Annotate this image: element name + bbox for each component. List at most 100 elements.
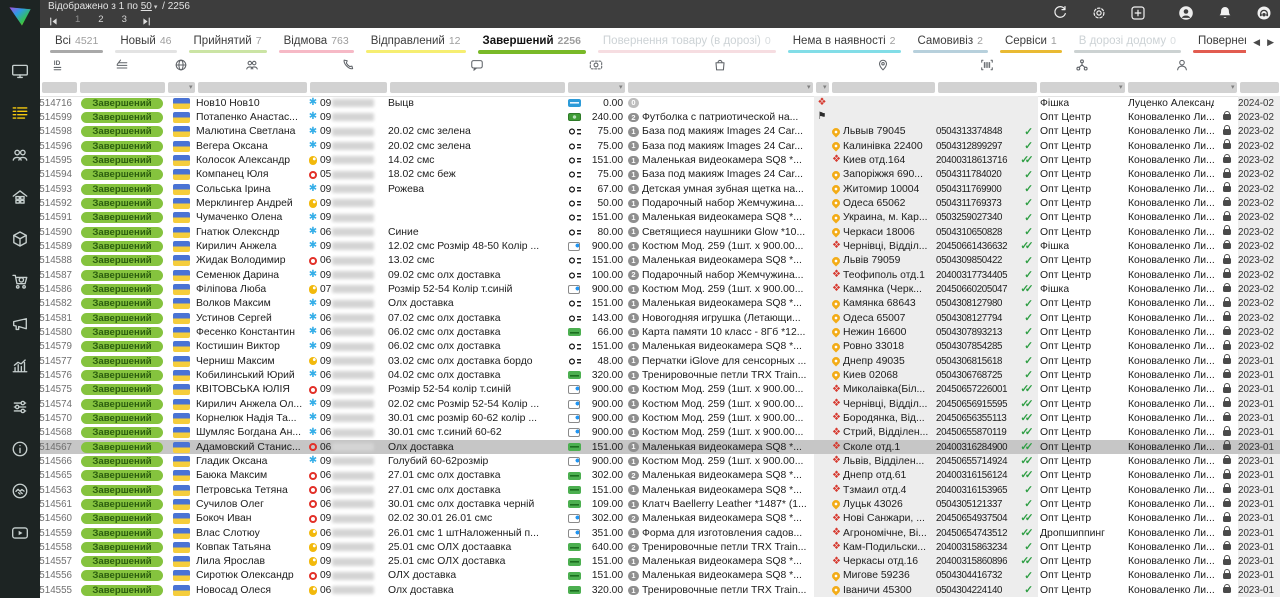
table-row[interactable]: 514592ЗавершенийМерклингер Андрей0950.00… — [40, 196, 1280, 210]
page-button-1[interactable]: 1 — [75, 14, 80, 25]
add-icon[interactable] — [1130, 5, 1146, 21]
table-row[interactable]: 514599ЗавершенийПотапенко Анастас...✱092… — [40, 110, 1280, 124]
filter-client[interactable] — [198, 82, 307, 93]
table-row[interactable]: 514570ЗавершенийКорнелюк Надія Та...✱093… — [40, 411, 1280, 425]
sidebar-item-procurement[interactable] — [0, 262, 40, 304]
table-row[interactable]: 514590ЗавершенийГнатюк Олексндр✱06Синие8… — [40, 225, 1280, 239]
first-page-button[interactable] — [48, 14, 61, 25]
filter-phone[interactable] — [310, 82, 387, 93]
tab-Всі[interactable]: Всі4521 — [44, 28, 109, 56]
col-client-header[interactable] — [196, 58, 308, 77]
settings-icon[interactable] — [1091, 5, 1107, 21]
col-location-header[interactable] — [830, 58, 936, 77]
col-source-header[interactable] — [1038, 58, 1126, 77]
col-phone-header[interactable] — [308, 58, 388, 77]
table-row[interactable]: 514574ЗавершенийКирилич Анжела Ол...✱090… — [40, 397, 1280, 411]
sidebar-item-clients[interactable] — [0, 136, 40, 178]
table-row[interactable]: 514589ЗавершенийКирилич Анжела✱0912.02 с… — [40, 239, 1280, 253]
col-flag-header[interactable] — [166, 58, 196, 77]
filter-flag[interactable]: ▾ — [168, 82, 195, 93]
page-button-2[interactable]: 2 — [98, 14, 103, 25]
last-page-button[interactable] — [141, 14, 154, 25]
notifications-icon[interactable] — [1217, 5, 1233, 21]
account-icon[interactable] — [1178, 5, 1194, 21]
sidebar-item-company[interactable] — [0, 178, 40, 220]
table-row[interactable]: 514565ЗавершенийБаюка Максим0627.01 смс … — [40, 469, 1280, 483]
table-row[interactable]: 514586ЗавершенийФіліпова Люба07Розмір 52… — [40, 282, 1280, 296]
sidebar-item-marketing[interactable] — [0, 304, 40, 346]
sidebar-item-statistics[interactable] — [0, 346, 40, 388]
table-row[interactable]: 514581ЗавершенийУстинов Сергей✱0607.02 с… — [40, 311, 1280, 325]
tab-Завершений[interactable]: Завершений2256 — [472, 28, 592, 56]
table-row[interactable]: 514566ЗавершенийГладик Оксана✱09Голубий … — [40, 454, 1280, 468]
table-row[interactable]: 514555ЗавершенийНовосад Олеся06Олх доста… — [40, 583, 1280, 597]
table-row[interactable]: 514598ЗавершенийМалютина Светлана✱0920.0… — [40, 125, 1280, 139]
table-row[interactable]: 514558ЗавершенийКовпак Татьяна0925.01 см… — [40, 540, 1280, 554]
tabs-scroll-right-icon[interactable]: ▶ — [1267, 37, 1274, 48]
sidebar-item-info[interactable] — [0, 430, 40, 472]
table-row[interactable]: 514561ЗавершенийСучилов Олег0630.01 смс … — [40, 497, 1280, 511]
col-status-header[interactable] — [78, 58, 166, 77]
sidebar-item-products[interactable] — [0, 220, 40, 262]
table-row[interactable]: 514595ЗавершенийКолосок Александр0914.02… — [40, 153, 1280, 167]
tab-В дорозі додому[interactable]: В дорозі додому0 — [1068, 28, 1187, 56]
tab-Відправлений[interactable]: Відправлений12 — [360, 28, 472, 56]
filter-status[interactable] — [80, 82, 165, 93]
sidebar-item-partners[interactable] — [0, 472, 40, 514]
sidebar-item-settings[interactable] — [0, 388, 40, 430]
col-id-header[interactable]: ID — [40, 58, 78, 77]
filter-comment[interactable] — [390, 82, 565, 93]
sidebar-item-orders[interactable] — [0, 94, 40, 136]
filter-payment[interactable]: ▾ — [568, 82, 625, 93]
page-size-dropdown[interactable]: 50▾ — [141, 1, 160, 12]
table-row[interactable]: 514593ЗавершенийСольська Ірина✱09Рожева6… — [40, 182, 1280, 196]
table-row[interactable]: 514576ЗавершенийКобилинський Юрий✱0604.0… — [40, 368, 1280, 382]
table-row[interactable]: 514563ЗавершенийПетровська Тетяна0627.01… — [40, 483, 1280, 497]
tab-Відмова[interactable]: Відмова763 — [273, 28, 360, 56]
app-logo-icon[interactable] — [7, 3, 33, 29]
page-button-3[interactable]: 3 — [122, 14, 127, 25]
tab-Новый[interactable]: Новый46 — [109, 28, 182, 56]
table-row[interactable]: 514579ЗавершенийКостишин Виктор✱0906.02 … — [40, 340, 1280, 354]
table-row[interactable]: 514557ЗавершенийЛила Ярослав0925.01 смс … — [40, 555, 1280, 569]
table-row[interactable]: 514582ЗавершенийВолков Максим✱09Олх дост… — [40, 297, 1280, 311]
table-row[interactable]: 514577ЗавершенийЧерниш Максим0903.02 смс… — [40, 354, 1280, 368]
table-row[interactable]: 514591ЗавершенийЧумаченко Олена✱09151.00… — [40, 211, 1280, 225]
filter-marker[interactable]: ▾ — [816, 82, 829, 93]
table-row[interactable]: 514588ЗавершенийЖидак Володимир0613.02 с… — [40, 254, 1280, 268]
tab-Повернення (завершений)[interactable]: Повернення (завершений)125 — [1187, 28, 1246, 56]
tab-Прийнятий[interactable]: Прийнятий7 — [183, 28, 273, 56]
table-row[interactable]: 514567ЗавершенийАдамовский Станис...06Ол… — [40, 440, 1280, 454]
table-row[interactable]: 514716ЗавершенийНов10 Нов10✱09Выцв0.000❖… — [40, 96, 1280, 110]
filter-location[interactable] — [832, 82, 935, 93]
col-manager-header[interactable] — [1126, 58, 1238, 77]
sidebar-item-dashboard[interactable] — [0, 52, 40, 94]
table-row[interactable]: 514556ЗавершенийСиротюк Олександр09ОЛХ д… — [40, 569, 1280, 583]
tabs-scroll-left-icon[interactable]: ◀ — [1253, 37, 1260, 48]
table-row[interactable]: 514580ЗавершенийФесенко Константин✱0606.… — [40, 325, 1280, 339]
table-row[interactable]: 514559ЗавершенийВлас Слотюу0626.01 смс 1… — [40, 526, 1280, 540]
support-icon[interactable] — [1256, 5, 1272, 21]
sidebar-item-video[interactable] — [0, 514, 40, 556]
col-payment-header[interactable] — [566, 58, 626, 77]
refresh-icon[interactable] — [1052, 5, 1068, 21]
table-row[interactable]: 514596ЗавершенийВегера Оксана✱0920.02 см… — [40, 139, 1280, 153]
tab-Сервіси[interactable]: Сервіси1 — [994, 28, 1068, 56]
filter-manager[interactable]: ▾ — [1128, 82, 1237, 93]
filter-product[interactable]: ▾ — [628, 82, 813, 93]
table-row[interactable]: 514587ЗавершенийСеменюк Дарина✱0909.02 с… — [40, 268, 1280, 282]
table-row[interactable]: 514575ЗавершенийКВІТОВСЬКА ЮЛІЯ09Розмір … — [40, 383, 1280, 397]
table-row[interactable]: 514594ЗавершенийКомпанец Юля0518.02 смс … — [40, 168, 1280, 182]
tab-Нема в наявності[interactable]: Нема в наявності2 — [782, 28, 907, 56]
filter-source[interactable]: ▾ — [1040, 82, 1125, 93]
tab-Самовивіз[interactable]: Самовивіз2 — [907, 28, 994, 56]
col-tracking-header[interactable] — [936, 58, 1038, 77]
filter-tracking[interactable] — [938, 82, 1037, 93]
table-row[interactable]: 514560ЗавершенийБокоч Иван0902.02 30.01 … — [40, 512, 1280, 526]
tab-Повернення товару (в дорозі)[interactable]: Повернення товару (в дорозі)0 — [592, 28, 782, 56]
col-product-header[interactable] — [626, 58, 814, 77]
filter-id[interactable] — [42, 82, 77, 93]
col-comment-header[interactable] — [388, 58, 566, 77]
table-row[interactable]: 514568ЗавершенийШумляс Богдана Ан...✱063… — [40, 426, 1280, 440]
filter-date[interactable] — [1240, 82, 1279, 93]
